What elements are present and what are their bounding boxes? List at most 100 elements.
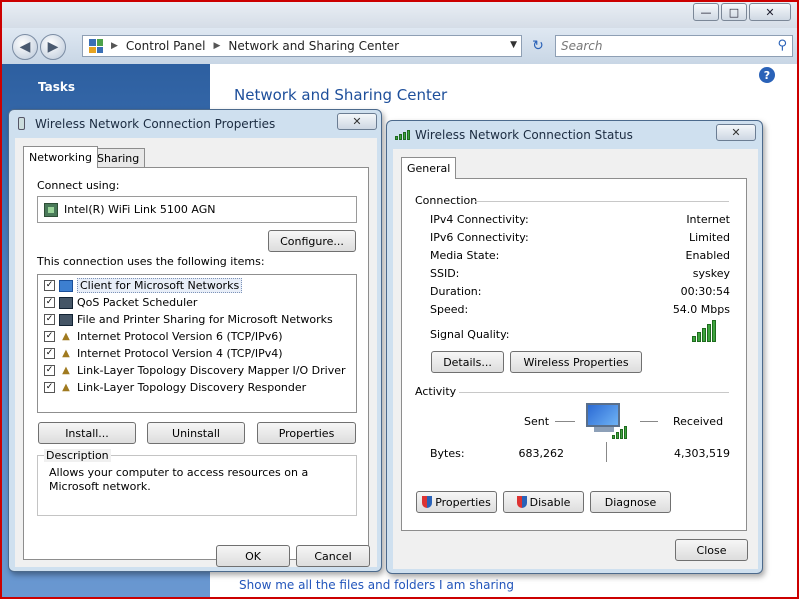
activity-legend: Activity [415,385,457,398]
tab-general[interactable]: General [401,157,457,179]
description-group: Description Allows your computer to acce… [37,449,357,516]
details-button[interactable]: Details... [431,351,504,373]
connection-properties-dialog: Wireless Network Connection Properties ✕… [8,109,382,572]
close-button[interactable]: Close [675,539,748,561]
ipv4-value: Internet [686,213,730,226]
status-properties-label: Properties [435,495,491,509]
computer-icon [59,296,73,309]
wireless-properties-button[interactable]: Wireless Properties [510,351,642,373]
checkbox[interactable]: ✓ [44,348,55,359]
help-icon[interactable]: ? [759,67,775,83]
search-input[interactable]: Search ⚲ [555,35,793,57]
breadcrumb-network-sharing[interactable]: Network and Sharing Center [228,39,399,53]
address-bar[interactable]: ▶ Control Panel ▶ Network and Sharing Ce… [82,35,522,57]
bytes-received-value: 4,303,519 [674,447,730,460]
protocol-icon: ▲ [62,331,70,342]
ok-button[interactable]: OK [216,545,290,567]
connection-divider [475,201,729,202]
connect-using-label: Connect using: [37,179,120,192]
computer-icon [59,313,73,326]
ipv6-value: Limited [688,231,730,244]
list-item[interactable]: ✓ ▲ Internet Protocol Version 4 (TCP/IPv… [44,345,283,362]
connection-items-list[interactable]: ✓ Client for Microsoft Networks ✓ QoS Pa… [37,274,357,413]
minimize-button[interactable]: — [693,3,719,21]
status-dialog-titlebar: Wireless Network Connection Status [387,121,762,149]
disable-label: Disable [529,495,571,509]
status-dialog-body: General Connection IPv4 Connectivity: In… [393,149,758,569]
signal-quality-icon [692,320,716,342]
page-title: Network and Sharing Center [234,86,448,104]
tasks-heading: Tasks [38,80,76,94]
status-close-icon-button[interactable]: ✕ [716,124,756,141]
search-icon[interactable]: ⚲ [777,38,787,53]
activity-signal-icon [612,426,627,439]
forward-button[interactable]: ▶ [40,34,66,60]
properties-dialog-titlebar: Wireless Network Connection Properties [9,110,381,138]
breadcrumb-separator-icon: ▶ [111,41,118,51]
duration-label: Duration: [430,285,482,298]
checkbox[interactable]: ✓ [44,382,55,393]
uninstall-button[interactable]: Uninstall [147,422,245,444]
refresh-button[interactable]: ↻ [526,36,550,56]
list-item[interactable]: ✓ QoS Packet Scheduler [44,294,197,311]
ipv6-label: IPv6 Connectivity: [430,231,529,244]
network-adapter-icon [44,202,58,217]
disable-button[interactable]: Disable [503,491,584,513]
bytes-sent-value: 683,262 [518,447,565,460]
description-legend: Description [44,449,111,462]
adapter-name: Intel(R) WiFi Link 5100 AGN [64,203,216,216]
list-item-label: Internet Protocol Version 4 (TCP/IPv4) [77,347,283,360]
list-item[interactable]: ✓ File and Printer Sharing for Microsoft… [44,311,333,328]
list-item[interactable]: ✓ ▲ Internet Protocol Version 6 (TCP/IPv… [44,328,283,345]
list-item-label: Link-Layer Topology Discovery Responder [77,381,307,394]
list-item-label: File and Printer Sharing for Microsoft N… [77,313,333,326]
bytes-divider [606,442,607,462]
wireless-adapter-icon [18,117,25,130]
ipv4-label: IPv4 Connectivity: [430,213,529,226]
ssid-value: syskey [692,267,730,280]
speed-value: 54.0 Mbps [672,303,730,316]
checkbox[interactable]: ✓ [44,314,55,325]
connection-status-dialog: Wireless Network Connection Status ✕ Gen… [386,120,763,574]
bytes-label: Bytes: [430,447,465,460]
back-button[interactable]: ◀ [12,34,38,60]
checkbox[interactable]: ✓ [44,365,55,376]
properties-close-button[interactable]: ✕ [337,113,377,130]
window-close-button[interactable]: ✕ [749,3,791,21]
properties-dialog-title: Wireless Network Connection Properties [35,117,276,131]
diagnose-button[interactable]: Diagnose [590,491,671,513]
checkbox[interactable]: ✓ [44,297,55,308]
sent-line [555,421,575,422]
checkbox[interactable]: ✓ [44,331,55,342]
list-item[interactable]: ✓ ▲ Link-Layer Topology Discovery Mapper… [44,362,346,379]
tab-sharing[interactable]: Sharing [91,148,146,168]
forward-arrow-icon: ▶ [47,39,59,55]
list-item-label: Internet Protocol Version 6 (TCP/IPv6) [77,330,283,343]
breadcrumb-control-panel[interactable]: Control Panel [126,39,206,53]
list-item-label: QoS Packet Scheduler [77,296,198,309]
address-dropdown-icon[interactable]: ▼ [510,40,517,50]
show-shared-files-link[interactable]: Show me all the files and folders I am s… [239,578,514,592]
description-text: Allows your computer to access resources… [49,466,309,493]
adapter-box: Intel(R) WiFi Link 5100 AGN [37,196,357,223]
received-label: Received [673,415,724,428]
tab-networking[interactable]: Networking [23,146,98,168]
control-panel-icon [89,39,103,53]
protocol-icon: ▲ [62,382,70,393]
network-client-icon [59,279,73,292]
items-label: This connection uses the following items… [37,255,265,268]
list-item[interactable]: ✓ Client for Microsoft Networks [44,277,243,294]
protocol-icon: ▲ [62,348,70,359]
install-button[interactable]: Install... [38,422,136,444]
search-placeholder: Search [561,39,603,53]
item-properties-button[interactable]: Properties [257,422,356,444]
list-item[interactable]: ✓ ▲ Link-Layer Topology Discovery Respon… [44,379,306,396]
shield-icon [516,496,527,508]
configure-button[interactable]: Configure... [268,230,356,252]
properties-dialog-body: Networking Sharing Connect using: Intel(… [15,138,377,567]
list-item-label: Link-Layer Topology Discovery Mapper I/O… [77,364,346,377]
maximize-button[interactable]: □ [721,3,747,21]
cancel-button[interactable]: Cancel [296,545,370,567]
status-properties-button[interactable]: Properties [416,491,497,513]
checkbox[interactable]: ✓ [44,280,55,291]
